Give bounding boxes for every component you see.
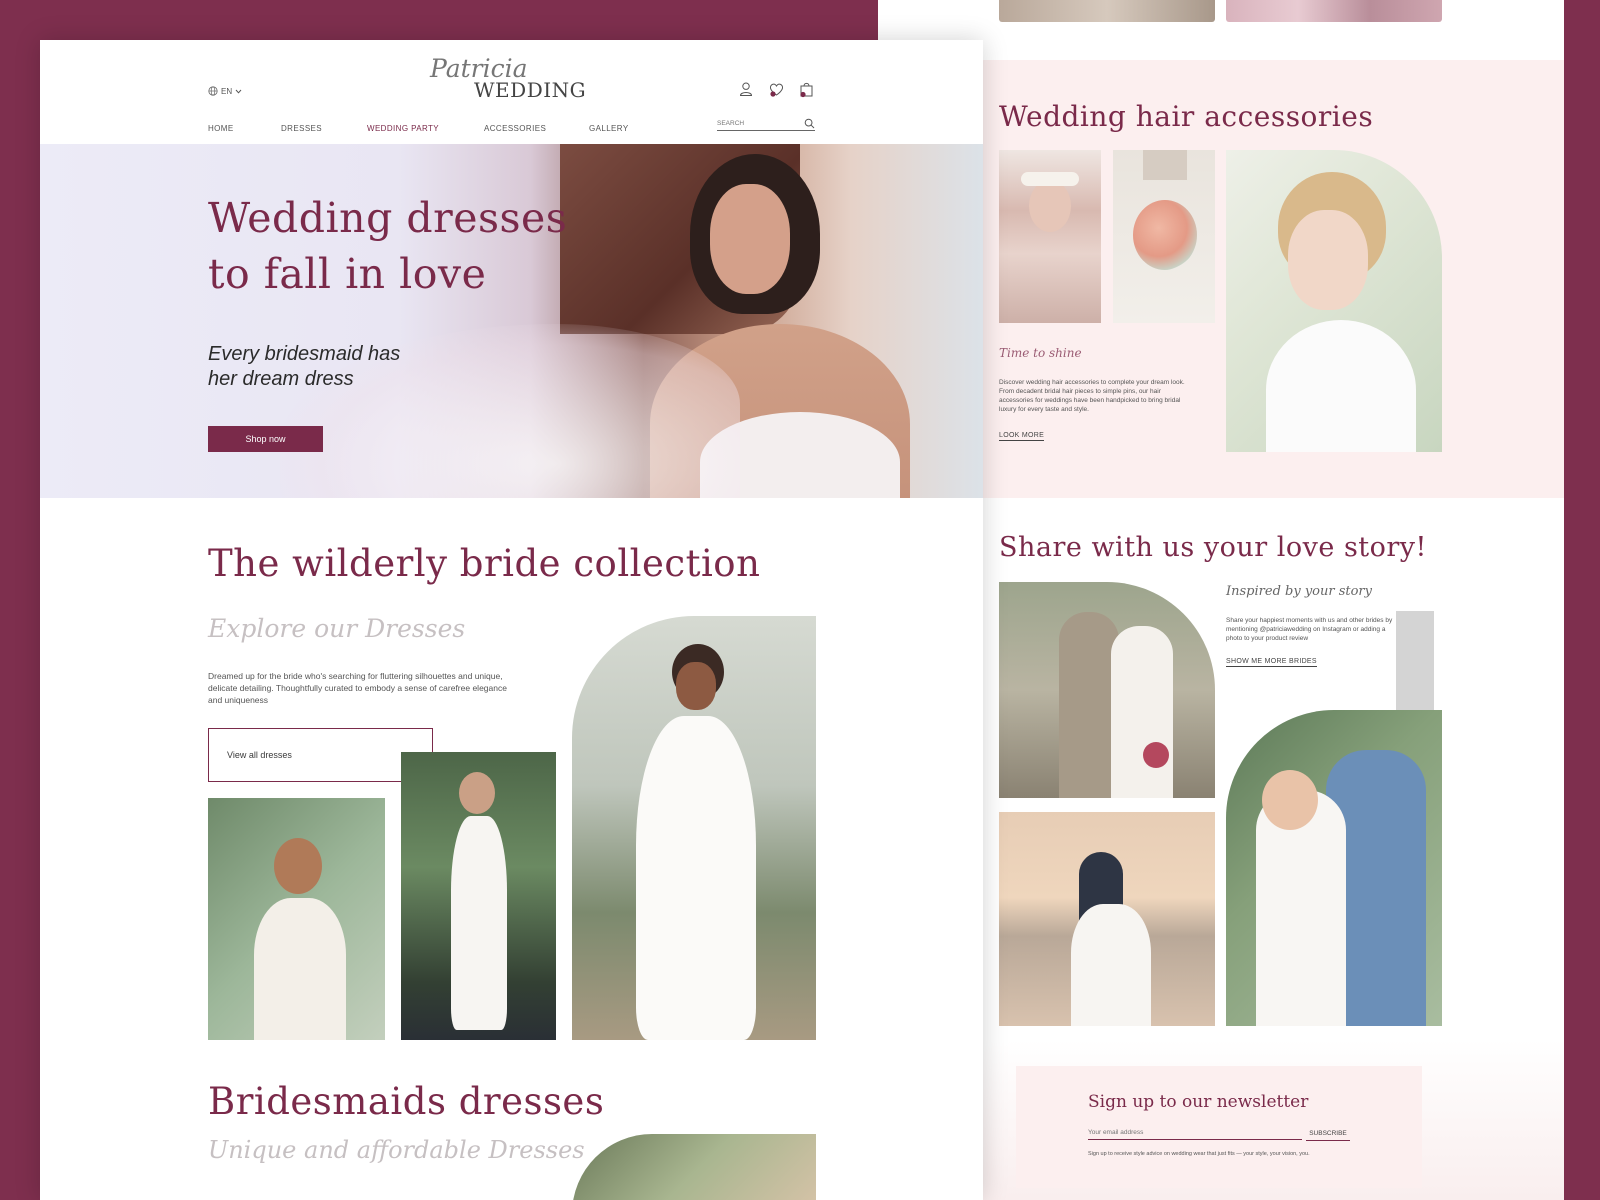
hero-title-line2: to fall in love — [208, 250, 487, 298]
love-description: Share your happiest moments with us and … — [1226, 617, 1393, 642]
bag-icon[interactable] — [799, 81, 814, 98]
collection-script: Explore our Dresses — [208, 614, 466, 643]
strip-photo-2 — [1226, 0, 1442, 22]
bridesmaids-photo[interactable] — [572, 1134, 816, 1200]
nav-dresses[interactable]: DRESSES — [281, 124, 322, 133]
hero-subtitle: Every bridesmaid has her dream dress — [208, 342, 400, 392]
globe-icon — [208, 86, 218, 96]
nav-accessories[interactable]: ACCESSORIES — [484, 124, 546, 133]
logo[interactable]: Patricia WEDDING — [428, 54, 598, 104]
bridesmaids-script: Unique and affordable Dresses — [208, 1136, 585, 1164]
hero-title-line1: Wedding dresses — [208, 194, 568, 242]
hair-title: Wedding hair accessories — [999, 100, 1374, 133]
search-icon[interactable] — [804, 118, 815, 129]
hero-photo-face — [710, 184, 790, 294]
collection-section: The wilderly bride collection Explore ou… — [40, 498, 983, 1108]
view-all-dresses-button[interactable]: View all dresses — [208, 728, 433, 782]
newsletter-email-input[interactable] — [1088, 1126, 1302, 1140]
search-input[interactable] — [717, 117, 797, 130]
nav-wedding-party[interactable]: WEDDING PARTY — [367, 124, 439, 133]
collection-title: The wilderly bride collection — [208, 542, 761, 585]
hair-photo-veil[interactable] — [999, 150, 1101, 323]
logo-main: WEDDING — [474, 78, 587, 102]
language-selector[interactable]: EN — [208, 86, 242, 96]
bridesmaids-title: Bridesmaids dresses — [208, 1080, 605, 1123]
hero-title: Wedding dresses to fall in love — [208, 190, 567, 302]
shop-now-button[interactable]: Shop now — [208, 426, 323, 452]
dress-photo-greenhouse[interactable] — [208, 798, 385, 1040]
love-photo-beach[interactable] — [999, 812, 1215, 1026]
heart-icon[interactable] — [768, 81, 785, 98]
search-box[interactable] — [717, 117, 815, 131]
subscribe-button[interactable]: SUBSCRIBE — [1306, 1126, 1350, 1141]
newsletter-note: Sign up to receive style advice on weddi… — [1088, 1151, 1310, 1157]
nav-home[interactable]: HOME — [208, 124, 234, 133]
site-header: EN Patricia WEDDING HOME DRESSES WEDDING… — [40, 40, 983, 144]
newsletter-box: Sign up to our newsletter SUBSCRIBE Sign… — [1016, 1066, 1422, 1188]
strip-photo-1 — [999, 0, 1215, 22]
left-page: EN Patricia WEDDING HOME DRESSES WEDDING… — [40, 40, 983, 1200]
chevron-down-icon — [235, 89, 242, 94]
language-label: EN — [221, 86, 233, 96]
hair-script: Time to shine — [999, 346, 1082, 360]
hair-description: Discover wedding hair accessories to com… — [999, 379, 1185, 413]
hair-photo-bouquet[interactable] — [1113, 150, 1215, 323]
collection-description: Dreamed up for the bride who's searching… — [208, 671, 507, 705]
dress-photo-garden[interactable] — [401, 752, 556, 1040]
hero-banner: Wedding dresses to fall in love Every br… — [40, 144, 983, 498]
hair-photo-updo[interactable] — [1226, 150, 1442, 452]
love-photo-couple-kiss[interactable] — [999, 582, 1215, 798]
look-more-link[interactable]: LOOK MORE — [999, 432, 1045, 441]
love-script: Inspired by your story — [1226, 584, 1372, 599]
user-icon[interactable] — [738, 81, 754, 97]
show-more-brides-link[interactable]: SHOW ME MORE BRIDES — [1226, 658, 1317, 667]
nav-gallery[interactable]: GALLERY — [589, 124, 629, 133]
love-photo-embrace[interactable] — [1226, 710, 1442, 1026]
love-title: Share with us your love story! — [999, 532, 1427, 563]
hero-subtitle-line2: her dream dress — [208, 368, 354, 390]
newsletter-title: Sign up to our newsletter — [1088, 1092, 1309, 1112]
bridesmaids-section: Bridesmaids dresses Unique and affordabl… — [40, 1080, 983, 1200]
hero-subtitle-line1: Every bridesmaid has — [208, 343, 401, 365]
dress-photo-conservatory[interactable] — [572, 616, 816, 1040]
